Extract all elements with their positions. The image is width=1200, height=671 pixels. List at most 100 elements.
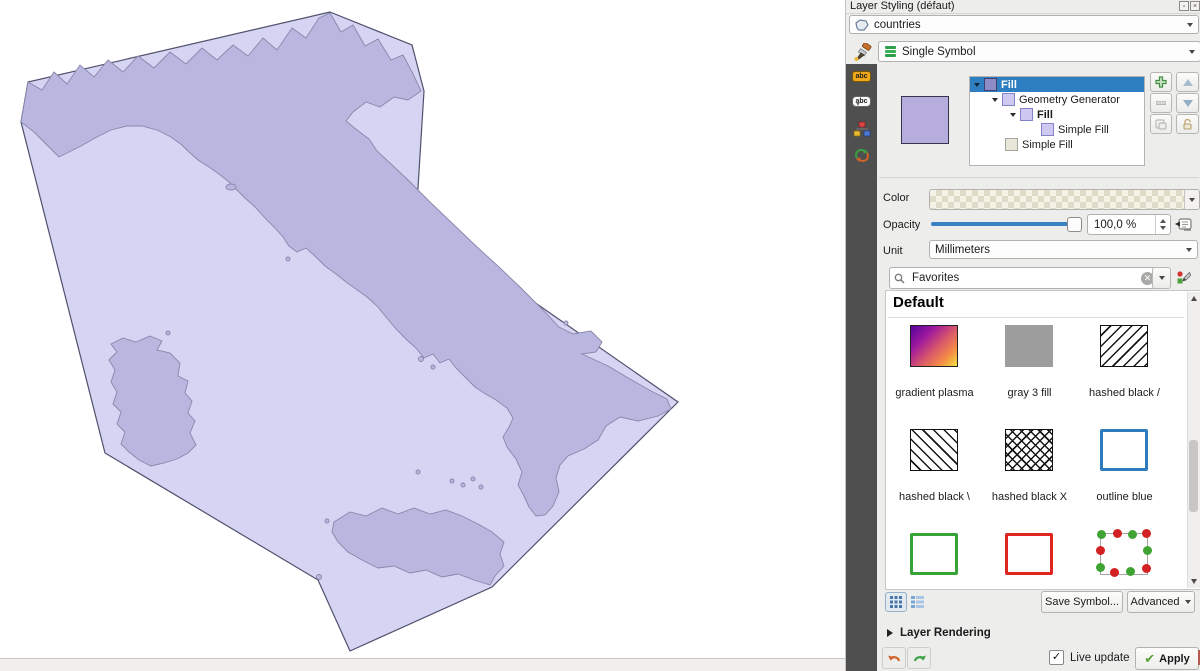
tree-row-fill-root[interactable]: Fill <box>970 77 1144 92</box>
layer-rendering-group[interactable]: Layer Rendering <box>887 627 991 639</box>
symbol-tile-hashed-black-back[interactable]: hashed black \ <box>887 423 982 527</box>
icon-view-button[interactable] <box>885 592 907 612</box>
section-separator <box>879 177 1199 178</box>
single-symbol-icon <box>884 45 897 58</box>
list-view-icon <box>911 596 924 608</box>
tree-row-label: Geometry Generator <box>1019 94 1120 106</box>
search-filter-dropdown[interactable] <box>1152 267 1171 289</box>
hatch-forward-swatch <box>1100 325 1148 367</box>
close-panel-icon[interactable]: × <box>1190 1 1200 11</box>
style-manager-icon <box>1176 270 1191 285</box>
style-manager-button[interactable] <box>1173 268 1193 287</box>
symbol-search[interactable]: ✕ <box>889 267 1159 289</box>
symbology-tab[interactable] <box>850 41 876 63</box>
redo-icon <box>912 652 927 665</box>
tree-row-fill-sub[interactable]: Fill <box>970 107 1144 122</box>
opacity-value: 100,0 % <box>1094 219 1136 231</box>
tree-row-label: Simple Fill <box>1022 139 1073 151</box>
tree-row-geometry-generator[interactable]: Geometry Generator <box>970 92 1144 107</box>
list-view-button[interactable] <box>909 594 925 609</box>
expander-icon[interactable] <box>1010 113 1016 117</box>
chevron-down-icon <box>1159 276 1165 280</box>
save-symbol-button[interactable]: Save Symbol... <box>1041 591 1123 613</box>
fill-swatch <box>1020 108 1033 121</box>
scrollbar-thumb[interactable] <box>1189 440 1198 512</box>
color-button[interactable] <box>929 189 1200 210</box>
scroll-up-icon[interactable] <box>1191 296 1197 301</box>
opacity-label: Opacity <box>883 219 920 231</box>
expander-icon[interactable] <box>974 83 980 87</box>
grid-view-icon <box>890 596 902 608</box>
layer-selector[interactable]: countries <box>849 15 1199 34</box>
title-separator <box>846 13 1200 14</box>
fill-swatch <box>984 78 997 91</box>
live-update-option[interactable]: ✓ Live update <box>1049 650 1129 665</box>
symbol-tile-gradient-plasma[interactable]: gradient plasma <box>887 319 982 423</box>
tree-row-label: Fill <box>1037 109 1053 121</box>
duplicate-icon <box>1155 119 1167 130</box>
symbol-tile-dot-markers[interactable] <box>1077 527 1172 589</box>
layer-selector-value: countries <box>874 19 921 31</box>
statusbar-strip <box>0 658 845 671</box>
advanced-button[interactable]: Advanced <box>1127 591 1195 613</box>
symbol-grid: gradient plasma gray 3 fill hashed black… <box>887 319 1178 589</box>
fill-swatch <box>1041 123 1054 136</box>
gray-fill-swatch <box>1005 325 1053 367</box>
labels-tab[interactable]: abc <box>850 71 873 82</box>
undo-button[interactable] <box>882 647 906 669</box>
duplicate-symbol-layer-button[interactable] <box>1150 114 1172 134</box>
symbology-type-value: Single Symbol <box>902 46 976 58</box>
paintbrush-icon <box>853 43 873 61</box>
data-defined-override-button[interactable] <box>1172 215 1194 234</box>
catalog-scrollbar[interactable] <box>1187 292 1200 588</box>
unit-value: Millimeters <box>935 244 990 256</box>
history-tab[interactable] <box>850 147 873 163</box>
live-update-label: Live update <box>1070 652 1129 664</box>
transparent-checker <box>930 190 1184 209</box>
tree-row-label: Simple Fill <box>1058 124 1109 136</box>
tree-row-simple-fill-2[interactable]: Simple Fill <box>970 137 1144 152</box>
live-update-checkbox[interactable]: ✓ <box>1049 650 1064 665</box>
symbology-type-selector[interactable]: Single Symbol <box>878 41 1200 62</box>
spin-arrows[interactable] <box>1155 215 1170 234</box>
opacity-slider[interactable] <box>931 222 1079 226</box>
callouts-tab[interactable]: abc <box>850 96 873 107</box>
chevron-down-icon <box>1185 600 1191 604</box>
layer-rendering-label: Layer Rendering <box>900 627 991 639</box>
redo-button[interactable] <box>907 647 931 669</box>
add-symbol-layer-button[interactable] <box>1150 72 1172 92</box>
symbol-preview <box>901 96 949 144</box>
opacity-slider-handle[interactable] <box>1067 217 1082 232</box>
tree-row-label: Fill <box>1001 79 1017 91</box>
arrow-up-icon <box>1183 79 1193 86</box>
move-down-button[interactable] <box>1176 93 1199 113</box>
color-dropdown[interactable] <box>1184 190 1199 209</box>
move-up-button[interactable] <box>1176 72 1199 92</box>
opacity-spinbox[interactable]: 100,0 % <box>1087 214 1171 235</box>
chevron-down-icon <box>1187 23 1193 27</box>
symbol-tile-outline-blue[interactable]: outline blue <box>1077 423 1172 527</box>
diagrams-tab[interactable] <box>850 121 873 137</box>
fill-swatch <box>1002 93 1015 106</box>
qgis-window: Layer Styling (défaut) ▫ × countries <box>0 0 1200 671</box>
plus-icon <box>1155 76 1167 88</box>
expander-icon[interactable] <box>992 98 998 102</box>
symbol-tile-hashed-black-x[interactable]: hashed black X <box>982 423 1077 527</box>
lock-colors-button[interactable] <box>1176 114 1199 134</box>
layer-styling-panel: Layer Styling (défaut) ▫ × countries <box>845 0 1200 671</box>
symbol-tile-gray-3-fill[interactable]: gray 3 fill <box>982 319 1077 423</box>
search-input[interactable] <box>910 271 1136 285</box>
symbol-tile-hashed-black-fwd[interactable]: hashed black / <box>1077 319 1172 423</box>
unit-selector[interactable]: Millimeters <box>929 240 1198 259</box>
float-panel-icon[interactable]: ▫ <box>1179 1 1189 11</box>
apply-button[interactable]: ✔ Apply <box>1135 647 1199 670</box>
scroll-down-icon[interactable] <box>1191 579 1197 584</box>
symbol-tile-outline-green[interactable] <box>887 527 982 589</box>
tree-row-simple-fill[interactable]: Simple Fill <box>970 122 1144 137</box>
map-canvas[interactable] <box>0 0 845 671</box>
symbol-catalog: Default gradient plasma gray 3 fill hash… <box>885 290 1200 590</box>
symbol-tile-outline-red[interactable] <box>982 527 1077 589</box>
chevron-down-icon <box>1186 248 1192 252</box>
remove-symbol-layer-button[interactable] <box>1150 93 1172 113</box>
outline-blue-swatch <box>1100 429 1148 471</box>
